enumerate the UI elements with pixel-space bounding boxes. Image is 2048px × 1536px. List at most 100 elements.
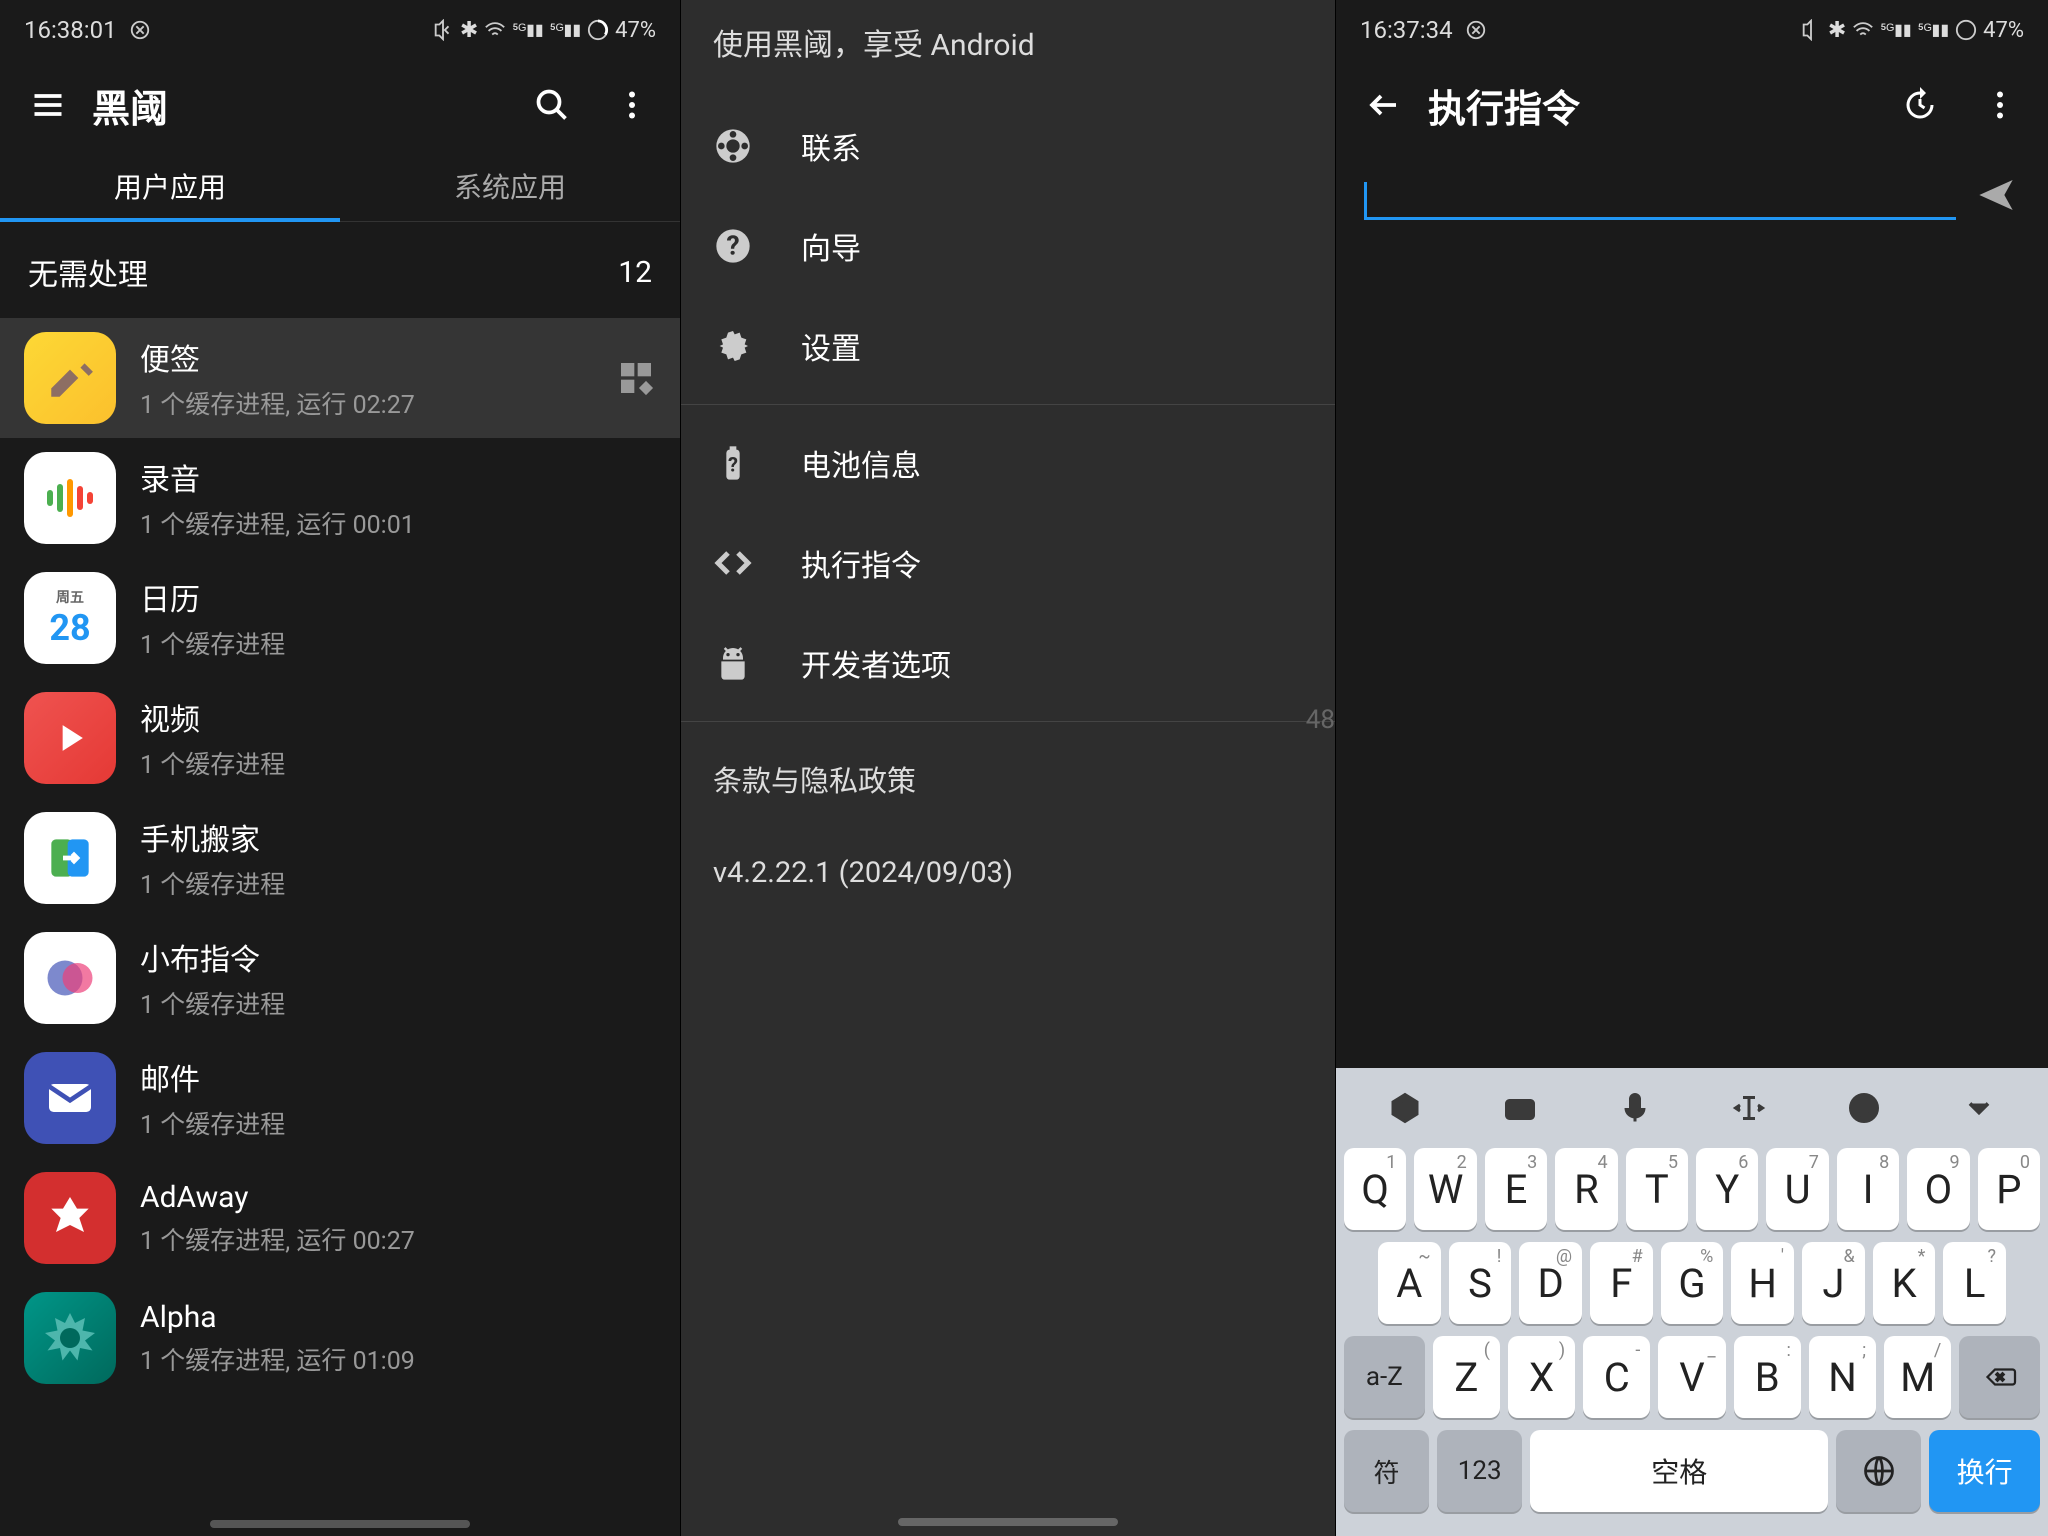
app-icon-xb xyxy=(24,932,116,1024)
drawer-item-battery[interactable]: ? 电池信息 xyxy=(681,413,1335,513)
kb-key-y[interactable]: Y6 xyxy=(1696,1148,1758,1230)
kb-key-e[interactable]: E3 xyxy=(1485,1148,1547,1230)
kb-key-g[interactable]: G% xyxy=(1661,1242,1724,1324)
app-bar: 黑阈 xyxy=(0,60,680,150)
menu-icon[interactable] xyxy=(12,69,84,141)
kb-key-l[interactable]: L? xyxy=(1943,1242,2006,1324)
kb-key-u[interactable]: U7 xyxy=(1766,1148,1828,1230)
kb-emoji-icon[interactable] xyxy=(1842,1086,1886,1130)
kb-key-c[interactable]: C- xyxy=(1583,1336,1650,1418)
svg-text:?: ? xyxy=(726,229,739,261)
kb-sym-key[interactable]: 符 xyxy=(1344,1430,1429,1512)
command-input[interactable] xyxy=(1364,170,1956,220)
status-time: 16:38:01 xyxy=(24,16,117,44)
nav-indicator[interactable] xyxy=(898,1518,1118,1526)
kb-key-v[interactable]: V_ xyxy=(1658,1336,1725,1418)
kb-key-k[interactable]: K* xyxy=(1873,1242,1936,1324)
drawer-item-contact[interactable]: 联系 xyxy=(681,96,1335,196)
kb-key-t[interactable]: T5 xyxy=(1626,1148,1688,1230)
battery-icon xyxy=(587,19,609,41)
app-status: 1 个缓存进程 xyxy=(140,1105,656,1141)
signal-1-icon: ⁵ᴳ▮▮ xyxy=(1880,20,1911,40)
app-icon-notes xyxy=(24,332,116,424)
app-status: 1 个缓存进程, 运行 00:27 xyxy=(140,1221,656,1257)
app-row[interactable]: 视频 1 个缓存进程 xyxy=(0,678,680,798)
app-row[interactable]: 邮件 1 个缓存进程 xyxy=(0,1038,680,1158)
app-icon-calendar: 周五 28 xyxy=(24,572,116,664)
widget-icon[interactable] xyxy=(616,358,656,398)
battery-icon: ? xyxy=(713,443,753,483)
send-icon[interactable] xyxy=(1972,171,2020,219)
kb-key-p[interactable]: P0 xyxy=(1978,1148,2040,1230)
code-icon xyxy=(713,543,753,583)
kb-key-r[interactable]: R4 xyxy=(1555,1148,1617,1230)
app-icon-alpha xyxy=(24,1292,116,1384)
drawer-label: 开发者选项 xyxy=(801,641,951,685)
kb-key-o[interactable]: O9 xyxy=(1907,1148,1969,1230)
kb-key-b[interactable]: B: xyxy=(1734,1336,1801,1418)
app-icon-adaway xyxy=(24,1172,116,1264)
kb-shift-key[interactable]: a-Z xyxy=(1344,1336,1425,1418)
drawer-label: 向导 xyxy=(801,224,861,268)
kb-key-f[interactable]: F# xyxy=(1590,1242,1653,1324)
app-row[interactable]: 周五 28 日历 1 个缓存进程 xyxy=(0,558,680,678)
kb-key-w[interactable]: W2 xyxy=(1414,1148,1476,1230)
drawer-item-wizard[interactable]: ? 向导 xyxy=(681,196,1335,296)
kb-keyboard-icon[interactable] xyxy=(1498,1086,1542,1130)
bluetooth-icon: ✱ xyxy=(1828,18,1846,43)
kb-backspace-key[interactable] xyxy=(1959,1336,2040,1418)
app-row[interactable]: 小布指令 1 个缓存进程 xyxy=(0,918,680,1038)
more-icon[interactable] xyxy=(1964,69,2036,141)
kb-settings-icon[interactable] xyxy=(1383,1086,1427,1130)
command-panel: 16:37:34 ✱ ⁵ᴳ▮▮ ⁵ᴳ▮▮ 47% 执行指令 xyxy=(1336,0,2048,1536)
bluetooth-icon: ✱ xyxy=(460,18,478,43)
app-row[interactable]: 便签 1 个缓存进程, 运行 02:27 xyxy=(0,318,680,438)
tab-user-apps[interactable]: 用户应用 xyxy=(0,150,340,221)
back-icon[interactable] xyxy=(1348,69,1420,141)
app-name: AdAway xyxy=(140,1180,656,1215)
kb-key-a[interactable]: A~ xyxy=(1378,1242,1441,1324)
drawer-item-developer[interactable]: 开发者选项 xyxy=(681,613,1335,713)
command-input-row xyxy=(1336,150,2048,240)
more-icon[interactable] xyxy=(596,69,668,141)
app-row[interactable]: 手机搬家 1 个缓存进程 xyxy=(0,798,680,918)
kb-mic-icon[interactable] xyxy=(1613,1086,1657,1130)
status-icons: ✱ ⁵ᴳ▮▮ ⁵ᴳ▮▮ 47% xyxy=(1800,18,2024,43)
kb-space-key[interactable]: 空格 xyxy=(1530,1430,1828,1512)
battery-pct: 47% xyxy=(615,18,656,43)
app-status: 1 个缓存进程 xyxy=(140,865,656,901)
drawer-terms[interactable]: 条款与隐私政策 xyxy=(681,730,1335,828)
app-list: 便签 1 个缓存进程, 运行 02:27 录音 1 个缓存进程, 运行 00:0… xyxy=(0,318,680,1398)
drawer-label: 电池信息 xyxy=(801,441,921,485)
scroll-indicator[interactable] xyxy=(210,1520,470,1528)
kb-key-j[interactable]: J& xyxy=(1802,1242,1865,1324)
kb-num-key[interactable]: 123 xyxy=(1437,1430,1522,1512)
kb-key-i[interactable]: I8 xyxy=(1837,1148,1899,1230)
android-icon xyxy=(713,643,753,683)
drawer-item-settings[interactable]: 设置 xyxy=(681,296,1335,396)
app-row[interactable]: Alpha 1 个缓存进程, 运行 01:09 xyxy=(0,1278,680,1398)
search-icon[interactable] xyxy=(516,69,588,141)
app-bar: 执行指令 xyxy=(1336,60,2048,150)
history-icon[interactable] xyxy=(1884,69,1956,141)
app-icon-rec xyxy=(24,452,116,544)
app-icon-mail xyxy=(24,1052,116,1144)
drawer-item-command[interactable]: 执行指令 xyxy=(681,513,1335,613)
kb-collapse-icon[interactable] xyxy=(1957,1086,2001,1130)
kb-enter-key[interactable]: 换行 xyxy=(1929,1430,2040,1512)
kb-key-x[interactable]: X) xyxy=(1508,1336,1575,1418)
kb-key-d[interactable]: D@ xyxy=(1519,1242,1582,1324)
keyboard-row-2: A~S!D@F#G%H'J&K*L? xyxy=(1344,1242,2040,1324)
kb-key-z[interactable]: Z( xyxy=(1433,1336,1500,1418)
app-row[interactable]: 录音 1 个缓存进程, 运行 00:01 xyxy=(0,438,680,558)
kb-key-m[interactable]: M/ xyxy=(1884,1336,1951,1418)
tab-system-apps[interactable]: 系统应用 xyxy=(340,150,680,221)
app-row[interactable]: AdAway 1 个缓存进程, 运行 00:27 xyxy=(0,1158,680,1278)
kb-key-s[interactable]: S! xyxy=(1449,1242,1512,1324)
kb-key-h[interactable]: H' xyxy=(1731,1242,1794,1324)
kb-key-n[interactable]: N; xyxy=(1809,1336,1876,1418)
kb-globe-key[interactable] xyxy=(1836,1430,1921,1512)
kb-key-q[interactable]: Q1 xyxy=(1344,1148,1406,1230)
drawer-version: v4.2.22.1 (2024/09/03) xyxy=(681,828,1335,918)
kb-cursor-icon[interactable] xyxy=(1727,1086,1771,1130)
